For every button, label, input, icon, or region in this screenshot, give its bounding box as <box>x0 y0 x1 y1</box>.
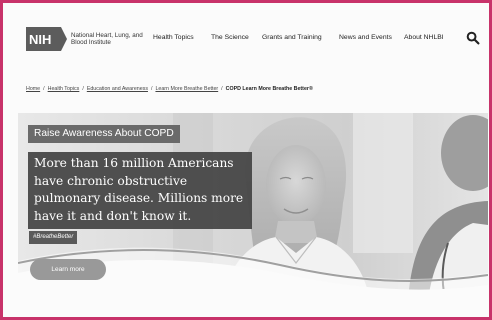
breadcrumb-education-awareness[interactable]: Education and Awareness <box>87 86 148 92</box>
hero-badge: Raise Awareness About COPD <box>28 125 180 143</box>
hero-headline: More than 16 million Americans have chro… <box>28 152 252 229</box>
breadcrumb-home[interactable]: Home <box>26 86 40 92</box>
nav-the-science[interactable]: The Science <box>211 34 249 41</box>
breadcrumb-separator: / <box>43 86 45 92</box>
hero-banner: Raise Awareness About COPD More than 16 … <box>18 113 488 300</box>
nih-logo-mark: NIH <box>26 27 67 51</box>
hashtag-tag: #BreatheBetter <box>29 231 78 244</box>
learn-more-button[interactable]: Learn more <box>30 259 106 280</box>
breadcrumb-separator: / <box>82 86 84 92</box>
logo-institute-name: National Heart, Lung, and Blood Institut… <box>71 31 143 47</box>
page-frame: NIH National Heart, Lung, and Blood Inst… <box>0 0 492 320</box>
breadcrumb-separator: / <box>221 86 223 92</box>
breadcrumb-health-topics[interactable]: Health Topics <box>48 86 80 92</box>
breadcrumb-current: COPD Learn More Breathe Better® <box>225 86 313 92</box>
breadcrumb-learn-more[interactable]: Learn More Breathe Better <box>155 86 218 92</box>
breadcrumb-separator: / <box>150 86 153 92</box>
search-icon[interactable] <box>466 31 480 45</box>
nhlbi-logo[interactable]: NIH National Heart, Lung, and Blood Inst… <box>26 27 143 51</box>
nav-grants-and-training[interactable]: Grants and Training <box>262 34 322 41</box>
breadcrumb: Home / Health Topics / Education and Awarene… <box>26 86 313 92</box>
nav-about-nhlbi[interactable]: About NHLBI <box>404 34 444 41</box>
nav-health-topics[interactable]: Health Topics <box>153 34 194 41</box>
page-content-start <box>3 303 489 317</box>
site-header: NIH National Heart, Lung, and Blood Inst… <box>3 3 489 73</box>
nav-news-and-events[interactable]: News and Events <box>339 34 392 41</box>
